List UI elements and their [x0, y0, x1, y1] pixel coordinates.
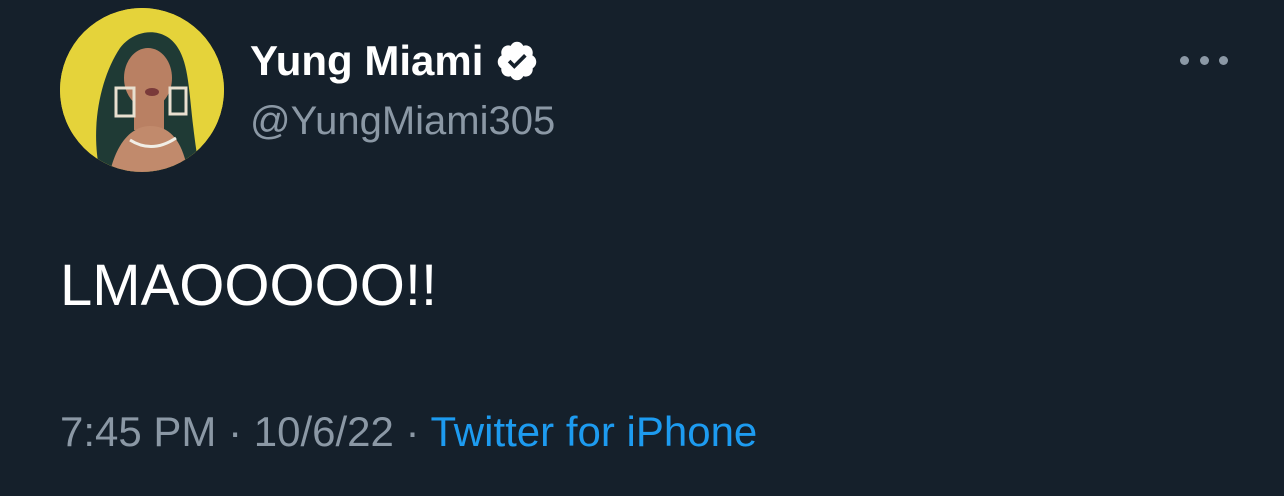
display-name-text: Yung Miami [250, 37, 484, 84]
tweet-card: Yung Miami @YungMiami305 LMAOOOOO!! 7:45… [0, 0, 1284, 496]
meta-separator: · [393, 408, 431, 455]
author-display-name[interactable]: Yung Miami [250, 36, 539, 86]
author-handle[interactable]: @YungMiami305 [250, 96, 555, 146]
tweet-time[interactable]: 7:45 PM [60, 408, 216, 455]
avatar[interactable] [60, 8, 224, 172]
tweet-source-link[interactable]: Twitter for iPhone [430, 408, 757, 455]
meta-separator: · [216, 408, 254, 455]
verified-badge-icon [498, 41, 537, 81]
tweet-date[interactable]: 10/6/22 [254, 408, 394, 455]
more-dot [1180, 55, 1189, 65]
tweet-text: LMAOOOOO!! [60, 253, 438, 318]
tweet-meta: 7:45 PM · 10/6/22 · Twitter for iPhone [60, 406, 757, 458]
more-dot [1199, 55, 1209, 65]
avatar-image [60, 8, 224, 172]
more-dot [1219, 55, 1228, 65]
more-options-icon[interactable] [1180, 48, 1228, 72]
